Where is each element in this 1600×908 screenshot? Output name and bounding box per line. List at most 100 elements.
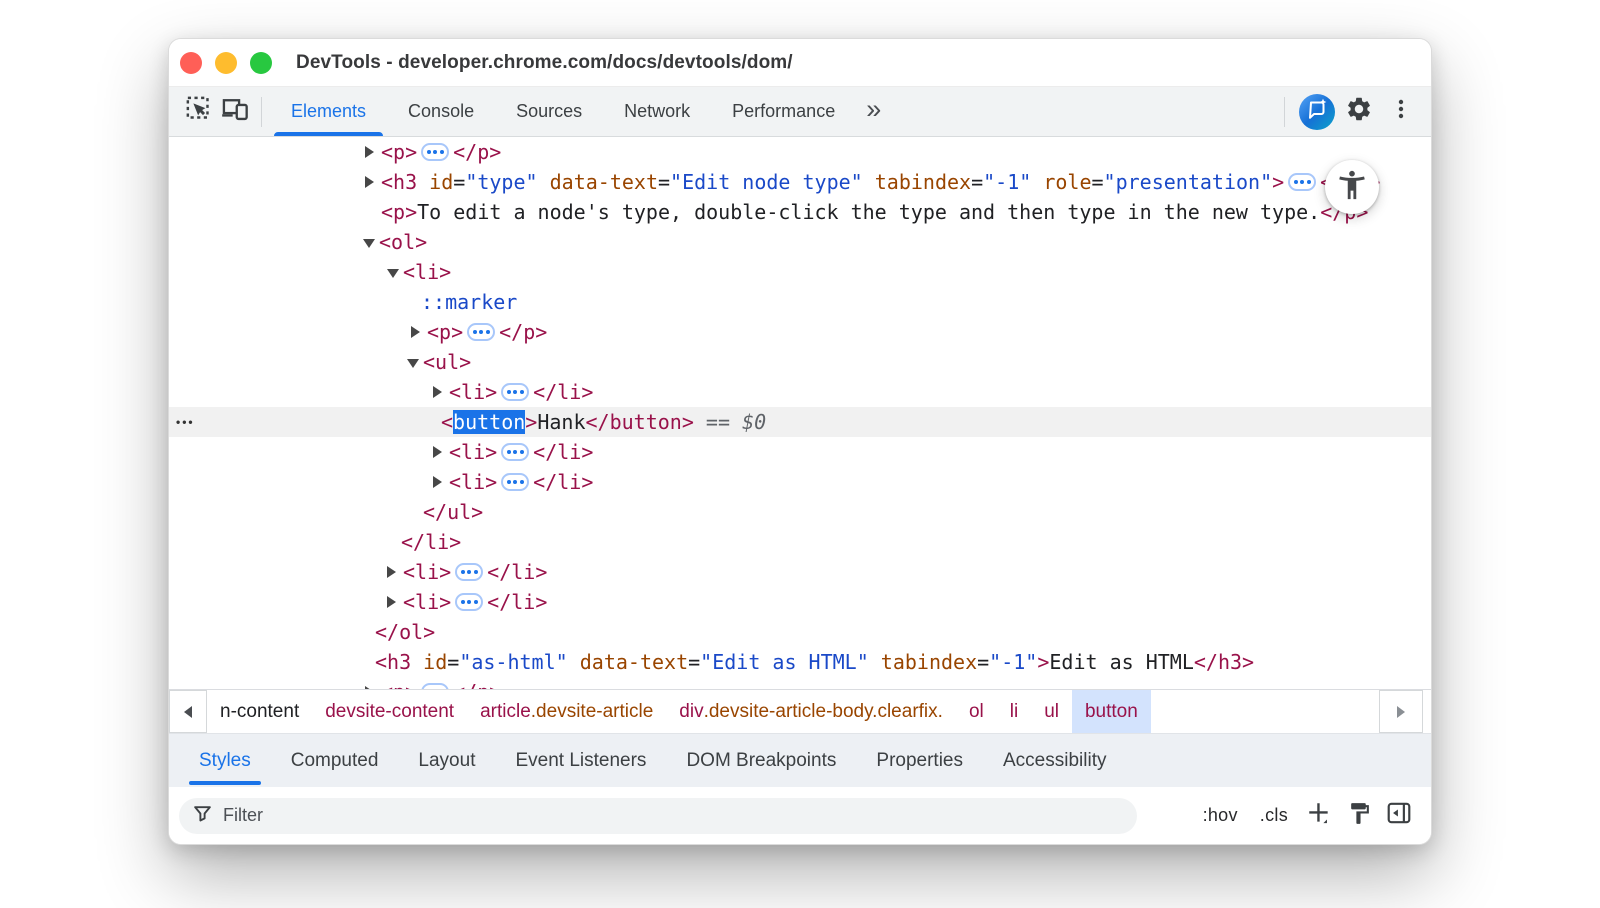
sidebar-tab-computed[interactable]: Computed	[281, 734, 389, 787]
breadcrumb-item[interactable]: ul	[1031, 690, 1072, 733]
dom-token-plain	[1031, 170, 1043, 194]
minimize-button[interactable]	[215, 52, 237, 74]
dom-token-attr: id	[423, 650, 447, 674]
expand-arrow-icon[interactable]	[365, 176, 381, 188]
breadcrumb-item[interactable]: devsite-content	[312, 690, 467, 733]
expand-children-button[interactable]	[501, 473, 529, 491]
expand-arrow-icon[interactable]	[387, 596, 403, 608]
tab-sources[interactable]: Sources	[495, 87, 603, 136]
ellipsis-dot	[1307, 180, 1311, 184]
breadcrumb-item[interactable]: ol	[956, 690, 997, 733]
expand-children-button[interactable]	[467, 323, 495, 341]
dom-tree-row[interactable]: <ul>	[169, 347, 1431, 377]
dom-token-attr: data-text	[580, 650, 688, 674]
expand-children-button[interactable]	[501, 443, 529, 461]
sidebar-tab-properties[interactable]: Properties	[866, 734, 973, 787]
element-classes-button[interactable]: .cls	[1251, 805, 1297, 826]
expand-arrow-icon[interactable]	[433, 476, 449, 488]
breadcrumb-item[interactable]: article.devsite-article	[467, 690, 666, 733]
collapse-arrow-icon[interactable]	[387, 266, 403, 278]
collapse-arrow-icon[interactable]	[363, 236, 379, 248]
sidebar-tab-layout[interactable]: Layout	[408, 734, 485, 787]
collapse-arrow-icon[interactable]	[407, 356, 423, 368]
settings-button[interactable]	[1341, 94, 1377, 130]
toggle-element-state-button[interactable]: :hov	[1194, 805, 1247, 826]
dom-tree-row[interactable]: <p></p>	[169, 677, 1431, 689]
dom-token-plain	[417, 170, 429, 194]
dom-token-attr: tabindex	[875, 170, 971, 194]
dom-token-plain	[411, 650, 423, 674]
expand-arrow-icon[interactable]	[387, 566, 403, 578]
toggle-sidebar-button[interactable]	[1381, 798, 1417, 834]
expand-children-button[interactable]	[501, 383, 529, 401]
dom-tree-row[interactable]: <p></p>	[169, 317, 1431, 347]
accessibility-overlay-button[interactable]	[1325, 160, 1379, 214]
dom-token-plain: Edit as HTML	[1049, 650, 1194, 674]
dom-token-tag: </li>	[533, 440, 593, 464]
toolbar-divider	[261, 97, 262, 127]
dom-tree-row[interactable]: </ul>	[169, 497, 1431, 527]
dom-tree-row[interactable]: <h3 id="type" data-text="Edit node type"…	[169, 167, 1431, 197]
ellipsis-dot	[520, 480, 524, 484]
rendering-emulation-button[interactable]	[1341, 798, 1377, 834]
collapsed-triangle	[365, 146, 374, 158]
dom-token-tag: </p>	[453, 140, 501, 164]
dom-tree-row[interactable]: ::marker	[169, 287, 1431, 317]
more-options-button[interactable]	[1383, 94, 1419, 130]
ai-assistance-button[interactable]	[1299, 94, 1335, 130]
expand-arrow-icon[interactable]	[433, 386, 449, 398]
dom-token-tag: <p>	[381, 140, 417, 164]
dom-tree-row[interactable]: •••<button>Hank</button> == $0	[169, 407, 1431, 437]
chevron-right-icon	[1397, 706, 1405, 718]
sidebar-tab-dom-breakpoints[interactable]: DOM Breakpoints	[676, 734, 846, 787]
sidebar-tab-event-listeners[interactable]: Event Listeners	[505, 734, 656, 787]
filter-input[interactable]	[223, 805, 1123, 826]
dom-tree-row[interactable]: <p>To edit a node's type, double-click t…	[169, 197, 1431, 227]
collapsed-triangle	[387, 596, 396, 608]
dom-tree-row[interactable]: <li></li>	[169, 587, 1431, 617]
dom-tree-row[interactable]: <li>	[169, 257, 1431, 287]
new-style-rule-button[interactable]	[1301, 798, 1337, 834]
dom-tree-row[interactable]: <li></li>	[169, 377, 1431, 407]
tab-elements[interactable]: Elements	[270, 87, 387, 136]
dom-tree-row[interactable]: <li></li>	[169, 557, 1431, 587]
dom-tree-row[interactable]: <h3 id="as-html" data-text="Edit as HTML…	[169, 647, 1431, 677]
breadcrumb-scroll-right-button[interactable]	[1379, 690, 1423, 733]
chevron-double-right-icon: »	[866, 94, 881, 124]
sidebar-tab-accessibility[interactable]: Accessibility	[993, 734, 1116, 787]
dom-token-muted: ==	[694, 410, 742, 434]
dom-tree-row[interactable]: <ol>	[169, 227, 1431, 257]
tab-console[interactable]: Console	[387, 87, 495, 136]
expand-children-button[interactable]	[455, 593, 483, 611]
breadcrumb-item[interactable]: div.devsite-article-body.clearfix.	[666, 690, 956, 733]
dom-tree-row[interactable]: <li></li>	[169, 437, 1431, 467]
inspect-element-button[interactable]	[181, 94, 217, 130]
sidebar-tab-styles[interactable]: Styles	[189, 734, 261, 787]
tab-performance[interactable]: Performance	[711, 87, 856, 136]
dom-tree-row[interactable]: </li>	[169, 527, 1431, 557]
dom-token-value: "-1"	[983, 170, 1031, 194]
close-button[interactable]	[180, 52, 202, 74]
dom-tree-row[interactable]: </ol>	[169, 617, 1431, 647]
style-filter-field[interactable]	[179, 798, 1137, 834]
expand-arrow-icon[interactable]	[365, 146, 381, 158]
dom-token-value: "Edit as HTML"	[700, 650, 869, 674]
toolbar-right	[1276, 94, 1431, 130]
expand-arrow-icon[interactable]	[433, 446, 449, 458]
expand-children-button[interactable]	[1288, 173, 1316, 191]
breadcrumb-scroll-left-button[interactable]	[169, 690, 207, 733]
toggle-device-toolbar-button[interactable]	[217, 94, 253, 130]
dom-tree-row[interactable]: <p> </p>	[169, 137, 1431, 167]
dom-tree-row[interactable]: <li></li>	[169, 467, 1431, 497]
zoom-button[interactable]	[250, 52, 272, 74]
expand-children-button[interactable]	[455, 563, 483, 581]
more-tabs-button[interactable]: »	[856, 96, 891, 123]
tab-network[interactable]: Network	[603, 87, 711, 136]
breadcrumb-bar: n-contentdevsite-contentarticle.devsite-…	[169, 689, 1431, 733]
expand-children-button[interactable]	[421, 143, 449, 161]
breadcrumb-item[interactable]: li	[997, 690, 1031, 733]
dock-panel-icon	[1386, 800, 1412, 831]
breadcrumb-item[interactable]: n-content	[207, 690, 312, 733]
breadcrumb-item[interactable]: button	[1072, 690, 1151, 733]
expand-arrow-icon[interactable]	[411, 326, 427, 338]
